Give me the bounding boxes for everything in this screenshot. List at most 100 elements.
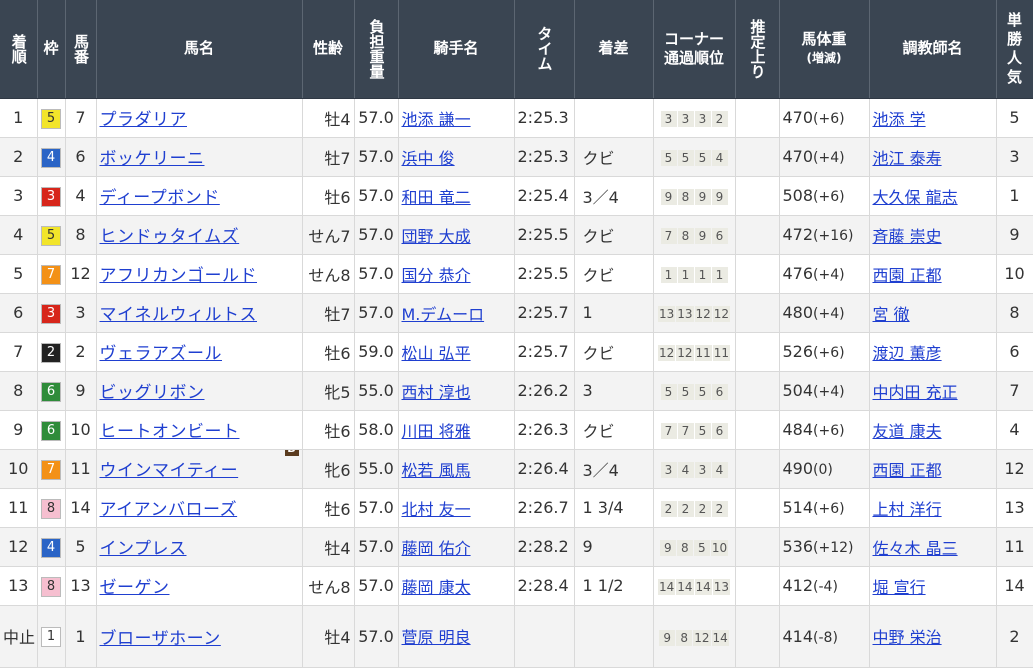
rank-cell: 13 bbox=[0, 566, 38, 606]
trainer-link[interactable]: 中内田 充正 bbox=[873, 383, 958, 402]
popularity-cell: 10 bbox=[996, 254, 1033, 294]
horse-name-link[interactable]: ヴェラアズール bbox=[100, 344, 223, 364]
jockey-cell: 池添 謙一 bbox=[398, 98, 515, 138]
jockey-link[interactable]: 池添 謙一 bbox=[402, 110, 471, 129]
bodyweight-value: 526 bbox=[782, 342, 814, 361]
trainer-link[interactable]: 西園 正都 bbox=[873, 461, 942, 480]
bodyweight-value: 414 bbox=[782, 626, 814, 646]
rank-cell: 7 bbox=[0, 332, 38, 372]
trainer-link[interactable]: 西園 正都 bbox=[873, 266, 942, 285]
weight-cell: 57.0 bbox=[354, 605, 399, 668]
jockey-link[interactable]: 松若 風馬 bbox=[402, 461, 471, 480]
trainer-link[interactable]: 斉藤 崇史 bbox=[873, 227, 942, 246]
trainer-link[interactable]: 友道 康夫 bbox=[873, 422, 942, 441]
jockey-link[interactable]: 川田 将雅 bbox=[402, 422, 471, 441]
popularity-cell: 13 bbox=[996, 488, 1033, 528]
table-row: 12 4 5 インプレス 牡4 57.0 藤岡 佑介 2:28.2 9 9 8 5 10 536(+12)… bbox=[0, 527, 1033, 567]
trainer-link[interactable]: 上村 洋行 bbox=[873, 500, 942, 519]
waku-cell: 8 bbox=[37, 488, 66, 528]
jockey-link[interactable]: 浜中 俊 bbox=[402, 149, 455, 168]
sexage-cell: 牡6 bbox=[302, 410, 355, 450]
popularity-cell: 12 bbox=[996, 449, 1033, 489]
corner-position: 12 bbox=[693, 629, 711, 646]
trainer-link[interactable]: 池江 泰寿 bbox=[873, 149, 942, 168]
weight-cell: 57.0 bbox=[354, 176, 399, 216]
waku-badge: 6 bbox=[41, 381, 61, 402]
corner-position: 5 bbox=[660, 150, 677, 166]
horse-name-link[interactable]: ブローザホーン bbox=[100, 629, 221, 649]
table-row: 10711ウインマイティーB牝655.0松若 風馬2:26.43／4343449… bbox=[0, 449, 1033, 489]
jockey-link[interactable]: 国分 恭介 bbox=[402, 266, 471, 285]
waku-cell: 6 bbox=[37, 371, 66, 411]
horse-name-link[interactable]: インプレス bbox=[100, 539, 187, 559]
horse-name-link[interactable]: ヒートオンビート bbox=[100, 422, 240, 442]
horse-name-link[interactable]: ボッケリーニ bbox=[100, 149, 205, 169]
jockey-link[interactable]: 藤岡 佑介 bbox=[402, 539, 471, 558]
corner-position: 5 bbox=[660, 384, 677, 400]
last3f-cell bbox=[735, 605, 780, 668]
jockey-link[interactable]: 藤岡 康太 bbox=[402, 578, 471, 597]
trainer-link[interactable]: 渡辺 薫彦 bbox=[873, 344, 942, 363]
trainer-cell: 友道 康夫 bbox=[869, 410, 997, 450]
jockey-cell: 西村 淳也 bbox=[398, 371, 515, 411]
corner-cell: 3434 bbox=[653, 449, 736, 489]
uma-cell: 2 bbox=[65, 332, 97, 372]
margin-cell bbox=[574, 98, 654, 138]
horse-name-link[interactable]: ビッグリボン bbox=[100, 383, 205, 403]
trainer-link[interactable]: 堀 宣行 bbox=[873, 578, 926, 597]
jockey-link[interactable]: 北村 友一 bbox=[402, 500, 471, 519]
trainer-link[interactable]: 大久保 龍志 bbox=[873, 188, 958, 207]
horse-name-link[interactable]: アイアンバローズ bbox=[100, 500, 238, 520]
table-row: 7 2 2 ヴェラアズール 牡6 59.0 松山 弘平 2:25.7 クビ 12 12 11 11 526… bbox=[0, 332, 1033, 372]
horse-name-link[interactable]: マイネルウィルトス bbox=[100, 305, 258, 325]
horse-name-cell: アイアンバローズ bbox=[96, 488, 303, 528]
bodyweight-diff: (+4) bbox=[813, 267, 845, 283]
horse-name-cell: ディープボンド bbox=[96, 176, 303, 216]
waku-badge: 8 bbox=[41, 576, 61, 597]
waku-cell: 5 bbox=[37, 98, 66, 138]
corner-position: 8 bbox=[677, 228, 694, 244]
weight-cell: 59.0 bbox=[354, 332, 399, 372]
last3f-cell bbox=[735, 137, 780, 177]
jockey-link[interactable]: M.デムーロ bbox=[402, 305, 485, 324]
trainer-cell: 西園 正都 bbox=[869, 254, 997, 294]
weight-cell: 57.0 bbox=[354, 527, 399, 567]
jockey-link[interactable]: 松山 弘平 bbox=[402, 344, 471, 363]
weight-cell: 57.0 bbox=[354, 566, 399, 606]
corner-position: 1 bbox=[711, 267, 728, 283]
corner-cell: 2222 bbox=[653, 488, 736, 528]
uma-cell: 4 bbox=[65, 176, 97, 216]
trainer-cell: 宮 徹 bbox=[869, 293, 997, 333]
horse-name-link[interactable]: アフリカンゴールド bbox=[100, 266, 258, 286]
horse-name-link[interactable]: ウインマイティー bbox=[100, 461, 239, 481]
uma-cell: 1 bbox=[65, 605, 97, 668]
jockey-link[interactable]: 団野 大成 bbox=[402, 227, 471, 246]
trainer-link[interactable]: 池添 学 bbox=[873, 110, 926, 129]
trainer-link[interactable]: 中野 栄治 bbox=[873, 628, 942, 647]
jockey-link[interactable]: 西村 淳也 bbox=[402, 383, 471, 402]
trainer-link[interactable]: 宮 徹 bbox=[873, 305, 910, 324]
horse-name-link[interactable]: プラダリア bbox=[100, 110, 188, 130]
trainer-link[interactable]: 佐々木 晶三 bbox=[873, 539, 958, 558]
waku-badge: 7 bbox=[41, 459, 61, 480]
jockey-cell: 藤岡 康太 bbox=[398, 566, 515, 606]
jockey-link[interactable]: 菅原 明良 bbox=[402, 628, 471, 647]
jockey-link[interactable]: 和田 竜二 bbox=[402, 188, 471, 207]
horse-name-link[interactable]: ディープボンド bbox=[100, 188, 220, 208]
last3f-cell bbox=[735, 371, 780, 411]
popularity-cell: 11 bbox=[996, 527, 1033, 567]
bodyweight-value: 508 bbox=[782, 186, 814, 205]
header-bodyweight-sub: (増減) bbox=[806, 50, 842, 65]
corner-cell: 7756 bbox=[653, 410, 736, 450]
horse-name-link[interactable]: ヒンドゥタイムズ bbox=[100, 227, 240, 247]
trainer-cell: 堀 宣行 bbox=[869, 566, 997, 606]
table-row: 5 7 12 アフリカンゴールド せん8 57.0 国分 恭介 2:25.5 クビ 1 1 1 1 476… bbox=[0, 254, 1033, 294]
bodyweight-cell: 476(+4) bbox=[779, 254, 870, 294]
horse-name-link[interactable]: ゼーゲン bbox=[100, 578, 170, 598]
margin-cell: 9 bbox=[574, 527, 654, 567]
corner-positions: 1111 bbox=[660, 267, 728, 283]
corner-position: 9 bbox=[659, 629, 676, 646]
corner-position: 5 bbox=[694, 150, 711, 166]
margin-cell: クビ bbox=[574, 215, 654, 255]
header-margin: 着差 bbox=[574, 0, 654, 99]
